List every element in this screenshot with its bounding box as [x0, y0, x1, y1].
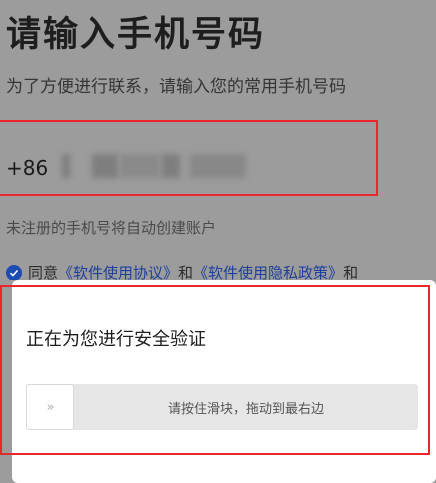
double-chevron-right-icon: » — [46, 399, 55, 415]
blurred-digit — [92, 154, 118, 178]
phone-number-field[interactable] — [58, 150, 248, 182]
country-code-selector[interactable]: +86 — [6, 156, 48, 180]
auto-register-hint: 未注册的手机号将自动创建账户 — [6, 219, 217, 237]
page-subtitle: 为了方便进行联系，请输入您的常用手机号码 — [6, 77, 346, 97]
dialog-title: 正在为您进行安全验证 — [26, 329, 206, 350]
page-title: 请输入手机号码 — [6, 15, 266, 55]
slider-handle[interactable]: » — [26, 384, 74, 430]
blurred-digit — [62, 154, 70, 178]
check-icon[interactable] — [6, 264, 22, 281]
blurred-digit — [162, 154, 180, 178]
slider-label: 请按住滑块，拖动到最右边 — [167, 401, 324, 417]
blurred-digit — [190, 154, 246, 178]
blurred-digit — [120, 154, 160, 178]
